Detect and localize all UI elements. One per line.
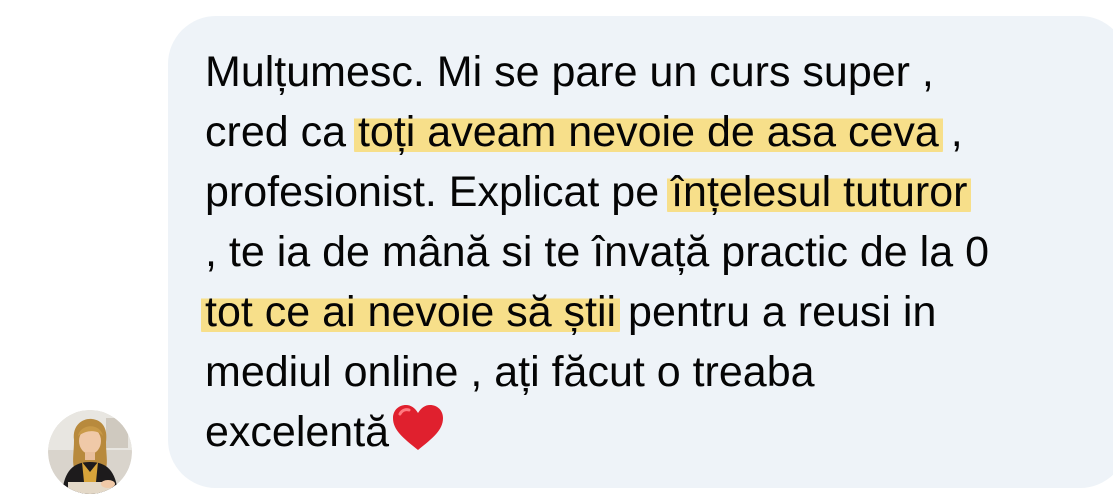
message-line: profesionist. Explicat pe înțelesul tutu… [205,162,989,222]
highlighted-text: înțelesul tuturor [667,168,972,216]
message-text-segment: , te ia de mână si te învață practic de … [205,228,989,276]
message-line: cred ca toți aveam nevoie de asa ceva , [205,102,989,162]
message-text-segment: excelentă [205,408,390,456]
message-line: mediul online , ați făcut o treaba [205,342,989,402]
message-text-segment: mediul online , ați făcut o treaba [205,348,815,396]
message-text-segment: cred ca [205,108,358,156]
heart-icon [391,404,445,468]
avatar-photo-icon [48,410,132,494]
highlighted-text: tot ce ai nevoie să știi [201,288,621,336]
message-text: Mulțumesc. Mi se pare un curs super , cre… [201,42,989,462]
message-text-segment: profesionist. Explicat pe [205,168,672,216]
message-text-segment: pentru a reusi in [616,288,937,336]
message-line: tot ce ai nevoie să știi pentru a reusi … [201,282,989,342]
sender-avatar[interactable] [48,410,132,494]
message-line: excelentă [205,402,989,462]
message-text-segment: Mulțumesc. Mi se pare un curs super , [205,48,934,96]
message-line: , te ia de mână si te învață practic de … [205,222,989,282]
message-text-segment: , [938,108,963,156]
message-line: Mulțumesc. Mi se pare un curs super , [205,42,989,102]
highlighted-text: toți aveam nevoie de asa ceva [353,108,943,156]
chat-screen: Mulțumesc. Mi se pare un curs super , cre… [0,0,1113,496]
